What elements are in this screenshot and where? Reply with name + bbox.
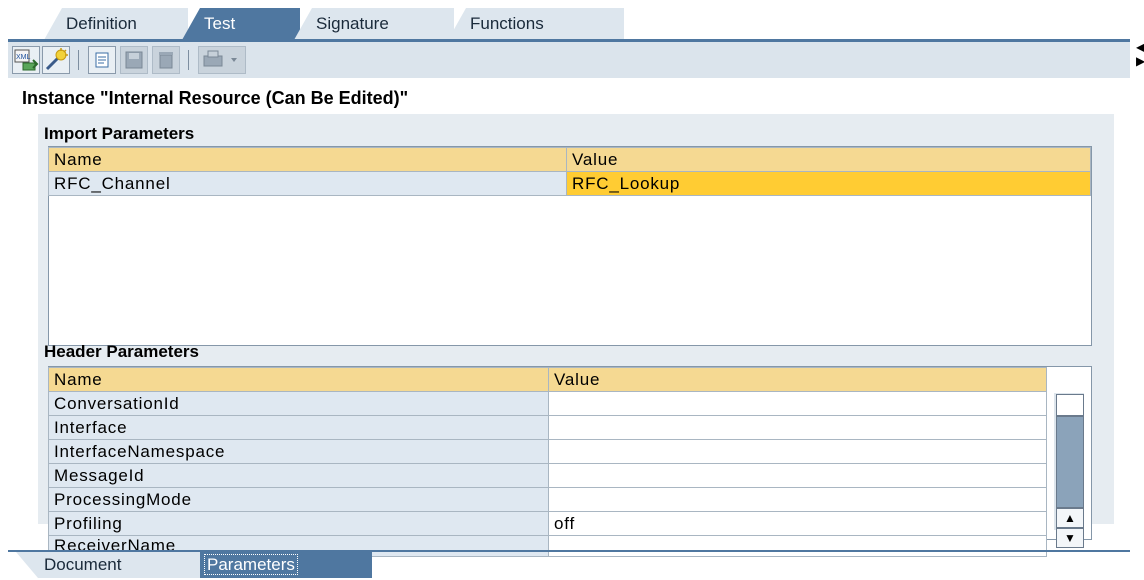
table-row[interactable]: Profiling off [48,511,1047,536]
table-row[interactable]: ProcessingMode [48,487,1047,512]
param-value-input[interactable]: RFC_Lookup [566,171,1091,196]
table-row[interactable]: RFC_Channel RFC_Lookup [48,171,1091,196]
tab-parameters-label: Parameters [204,554,298,575]
scroll-up-icon[interactable]: ▲ [1056,508,1084,528]
tab-functions[interactable]: Functions [448,8,624,40]
param-value-input[interactable] [548,391,1047,416]
tab-definition[interactable]: Definition [44,8,188,40]
param-value-input[interactable] [548,535,1047,557]
tab-document[interactable]: Document [16,552,202,578]
header-parameters-table: Name Value ConversationId Interface Inte… [48,367,1047,557]
param-value-input[interactable] [548,439,1047,464]
column-header-name[interactable]: Name [48,367,549,392]
table-row[interactable]: InterfaceNamespace [48,439,1047,464]
param-value-input[interactable]: off [548,511,1047,536]
param-name-cell: ProcessingMode [48,487,549,512]
column-header-value[interactable]: Value [566,147,1091,172]
column-header-value[interactable]: Value [548,367,1047,392]
instance-title: Instance "Internal Resource (Can Be Edit… [22,88,409,108]
table-row[interactable]: MessageId [48,463,1047,488]
print-icon[interactable] [198,46,246,74]
header-parameters-title: Header Parameters [44,342,199,361]
save-icon[interactable] [120,46,148,74]
tab-parameters[interactable]: Parameters [200,552,372,578]
param-name-cell: InterfaceNamespace [48,439,549,464]
param-name-cell: MessageId [48,463,549,488]
scroll-down-icon[interactable]: ▼ [1056,528,1084,548]
param-name-cell: Interface [48,415,549,440]
new-document-icon[interactable] [88,46,116,74]
wizard-icon[interactable] [42,46,70,74]
toolbar-separator [78,50,79,70]
param-value-input[interactable] [548,463,1047,488]
scrollbar-top-area[interactable] [1056,394,1084,416]
param-name-cell: Profiling [48,511,549,536]
table-row[interactable]: Interface [48,415,1047,440]
column-header-name[interactable]: Name [48,147,567,172]
toolbar-separator [188,50,189,70]
param-name-cell[interactable]: RFC_Channel [48,171,567,196]
param-name-cell: ConversationId [48,391,549,416]
delete-icon[interactable] [152,46,180,74]
import-parameters-table: Name Value RFC_Channel RFC_Lookup [48,147,1091,196]
tab-signature[interactable]: Signature [294,8,454,40]
bottom-tab-line [8,550,1130,552]
svg-text:XML: XML [16,54,31,61]
scroll-tabs-icon[interactable]: ◀ ▶ [1136,40,1144,80]
scrollbar-thumb[interactable] [1056,416,1084,508]
xml-icon[interactable]: XML [12,46,40,74]
tab-test[interactable]: Test [182,8,300,40]
table-row[interactable]: ConversationId [48,391,1047,416]
tab-strip: Definition Test Signature Functions [0,0,1144,42]
import-parameters-title: Import Parameters [44,124,195,143]
toolbar: XML [8,42,1130,78]
param-value-input[interactable] [548,415,1047,440]
param-value-input[interactable] [548,487,1047,512]
